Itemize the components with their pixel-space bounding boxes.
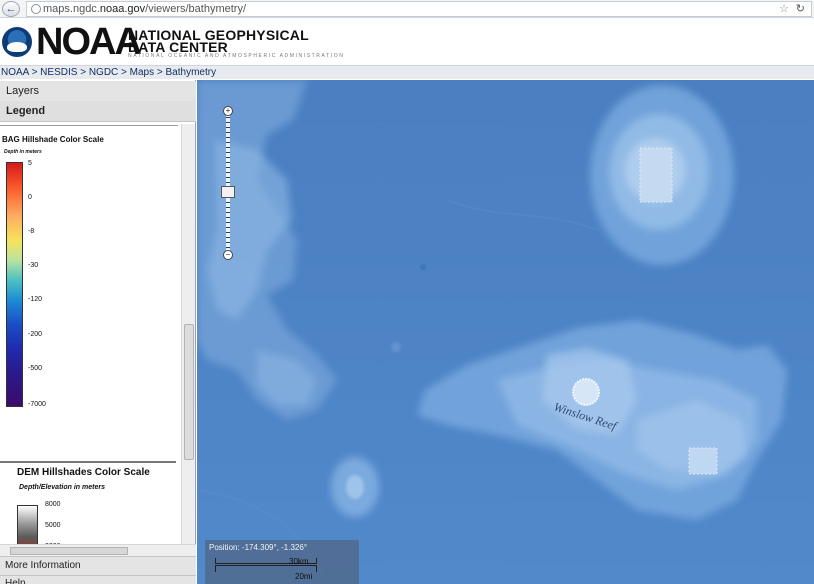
zoom-rail[interactable] <box>226 112 230 254</box>
legend-top-divider <box>0 125 178 126</box>
bag-tick: 5 <box>28 160 32 167</box>
knoll <box>391 342 401 352</box>
bag-tick: -7000 <box>28 401 46 408</box>
more-information-accordion-header[interactable]: More Information <box>0 556 196 575</box>
back-arrow-icon[interactable]: ← <box>2 1 20 17</box>
map-canvas[interactable]: Winslow Reef <box>197 80 814 584</box>
knoll <box>420 264 426 270</box>
reload-icon[interactable]: ↻ <box>796 2 805 15</box>
org-subtitle: NATIONAL OCEANIC AND ATMOSPHERIC ADMINIS… <box>128 53 345 59</box>
layers-accordion-header[interactable]: Layers <box>0 81 196 102</box>
bookmark-star-icon[interactable]: ☆ <box>779 2 789 15</box>
bag-tick: -120 <box>28 296 43 303</box>
bathymetry-map[interactable]: Winslow Reef + − Position: -174.309°, -1… <box>197 80 814 584</box>
legend-divider <box>0 461 176 463</box>
url-field[interactable]: maps.ngdc.noaa.gov/viewers/bathymetry/ ☆… <box>26 1 812 17</box>
zoom-in-button[interactable]: + <box>223 106 233 116</box>
dem-tick: 5000 <box>45 522 61 529</box>
scale-label-mi: 20mi <box>295 572 313 581</box>
bag-color-ramp <box>6 162 23 407</box>
legend-accordion-header[interactable]: Legend <box>0 101 196 122</box>
breadcrumb[interactable]: NOAA > NESDIS > NGDC > Maps > Bathymetry <box>0 65 814 79</box>
bag-survey-tile <box>639 147 673 203</box>
browser-address-bar: ← maps.ngdc.noaa.gov/viewers/bathymetry/… <box>0 0 814 18</box>
position-text: Position: -174.309°, -1.326° <box>209 543 308 552</box>
legend-content: BAG Hillshade Color Scale Depth in meter… <box>0 124 181 544</box>
scrollbar-thumb[interactable] <box>10 547 128 555</box>
legend-horizontal-scrollbar[interactable] <box>0 544 196 556</box>
bag-tick: 0 <box>28 194 32 201</box>
dem-scale-title: DEM Hillshades Color Scale <box>17 467 150 478</box>
zoom-out-button[interactable]: − <box>223 250 233 260</box>
globe-icon <box>31 4 41 14</box>
zoom-slider[interactable]: + − <box>221 106 235 260</box>
scrollbar-thumb[interactable] <box>184 324 194 460</box>
dem-color-ramp <box>17 505 38 544</box>
site-header: NOAA NATIONAL GEOPHYSICAL DATA CENTER NA… <box>0 19 814 65</box>
position-readout-panel: Position: -174.309°, -1.326° 30km 20mi <box>205 540 359 584</box>
bag-tick: -8 <box>28 228 35 235</box>
legend-vertical-scrollbar[interactable] <box>181 124 195 544</box>
zoom-handle[interactable] <box>221 186 235 198</box>
noaa-wordmark[interactable]: NOAA <box>36 23 142 61</box>
bag-tick: -200 <box>28 331 43 338</box>
noaa-logo-icon[interactable] <box>2 27 32 57</box>
org-title-line2: DATA CENTER <box>128 39 228 55</box>
url-text: maps.ngdc.noaa.gov/viewers/bathymetry/ <box>43 3 247 15</box>
bag-tick: -500 <box>28 365 43 372</box>
dem-tick: 8000 <box>45 501 61 508</box>
bag-survey-tile-east <box>688 447 718 475</box>
dem-scale-subtitle: Depth/Elevation in meters <box>19 484 105 491</box>
help-accordion-header[interactable]: Help <box>0 575 196 584</box>
reef-atoll <box>572 378 600 406</box>
seamount-south-peak <box>346 475 364 499</box>
bag-scale-title: BAG Hillshade Color Scale <box>2 135 104 144</box>
bag-tick: -30 <box>28 262 39 269</box>
bag-scale-subtitle: Depth in meters <box>4 149 42 155</box>
